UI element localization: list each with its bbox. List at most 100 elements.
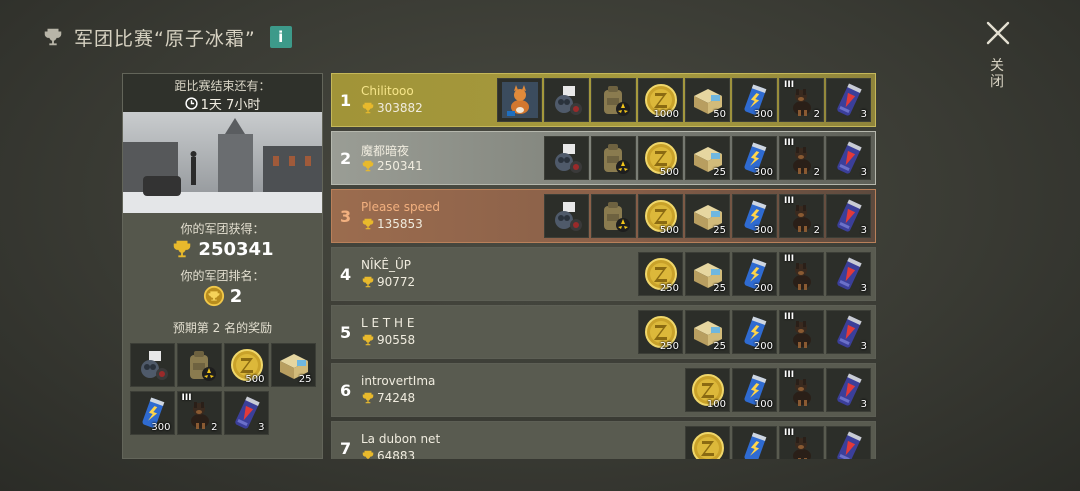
reward-item[interactable]: 250 [638, 252, 683, 296]
gasmask-icon [555, 86, 582, 115]
reward-item[interactable]: 500 [638, 136, 683, 180]
gasmask-icon [555, 144, 582, 173]
ranking-row[interactable]: 5 L E T H E 90558 250 25 200 III 3 [331, 305, 876, 359]
reward-item[interactable]: III 2 [779, 78, 824, 122]
legion-name: introvertIma [361, 374, 436, 388]
item-quantity: 25 [298, 374, 312, 385]
reward-item[interactable]: 3 [826, 310, 871, 354]
reward-item[interactable]: 100 [732, 368, 777, 412]
reward-item[interactable]: III 2 [176, 391, 222, 435]
reward-item[interactable] [544, 136, 589, 180]
reward-item[interactable]: 25 [270, 343, 316, 387]
ranking-list[interactable]: 1 Chilitooo 303882 1000 50 300 III 2 3 2 魔都暗夜 25034… [331, 73, 877, 459]
legion-score: 303882 [361, 101, 423, 115]
item-quantity: 250 [659, 283, 679, 294]
ranking-row[interactable]: 1 Chilitooo 303882 1000 50 300 III 2 3 [331, 73, 876, 127]
soda-can-icon [837, 431, 862, 459]
row-rewards: III [685, 426, 871, 459]
legion-name: NÎKÊ_ÛP [361, 258, 411, 272]
reward-item[interactable]: 3 [826, 78, 871, 122]
reward-item[interactable]: 25 [685, 194, 730, 238]
trophy-icon [362, 218, 374, 230]
row-rank: 4 [340, 265, 352, 284]
legion-name: Please speed [361, 200, 441, 214]
row-rewards: 250 25 200 III 3 [638, 310, 871, 354]
reward-item[interactable]: 500 [223, 343, 269, 387]
reward-item[interactable]: 300 [129, 391, 175, 435]
ranking-row[interactable]: 7 La dubon net 64883 III [331, 421, 876, 459]
item-quantity: 2 [813, 167, 820, 178]
row-rank: 1 [340, 91, 352, 110]
reward-item[interactable]: 3 [826, 368, 871, 412]
reward-item[interactable]: 25 [685, 252, 730, 296]
reward-item[interactable]: 200 [732, 252, 777, 296]
info-button[interactable]: i [269, 26, 292, 48]
reward-item[interactable]: 3 [826, 252, 871, 296]
close-button-label[interactable]: 关闭 [990, 58, 1006, 90]
item-quantity: 3 [860, 225, 867, 236]
reward-item[interactable] [826, 426, 871, 459]
reward-item[interactable] [176, 343, 222, 387]
reward-item[interactable] [544, 78, 589, 122]
row-rewards: 500 25 300 III 2 3 [544, 136, 871, 180]
reward-item[interactable] [497, 78, 542, 122]
reward-item[interactable]: 25 [685, 310, 730, 354]
reward-item[interactable] [129, 343, 175, 387]
reward-item[interactable]: 300 [732, 136, 777, 180]
row-rewards: 1000 50 300 III 2 3 [497, 78, 871, 122]
reward-item[interactable]: III 2 [779, 194, 824, 238]
item-quantity: 25 [713, 283, 726, 294]
ranking-row[interactable]: 6 introvertIma 74248 100 100 III 3 [331, 363, 876, 417]
close-icon[interactable] [985, 20, 1011, 46]
ranking-row[interactable]: 2 魔都暗夜 250341 500 25 300 III 2 3 [331, 131, 876, 185]
reward-item[interactable]: 300 [732, 194, 777, 238]
countdown-label: 距比赛结束还有： [174, 79, 271, 93]
item-quantity: 300 [151, 422, 171, 433]
item-tier: III [784, 370, 795, 380]
your-rank: 2 [229, 285, 243, 307]
reward-item[interactable] [591, 78, 636, 122]
reward-item[interactable]: 25 [685, 136, 730, 180]
trophy-icon [362, 450, 374, 459]
reward-item[interactable]: III [779, 426, 824, 459]
legion-score: 64883 [361, 449, 415, 459]
legion-score: 90772 [361, 275, 415, 289]
reward-item[interactable]: III 2 [779, 136, 824, 180]
reward-item[interactable] [685, 426, 730, 459]
reward-item[interactable]: 3 [826, 136, 871, 180]
reward-item[interactable]: III [779, 252, 824, 296]
reward-item[interactable]: 1000 [638, 78, 683, 122]
ranking-row[interactable]: 4 NÎKÊ_ÛP 90772 250 25 200 III 3 [331, 247, 876, 301]
reward-item[interactable]: 200 [732, 310, 777, 354]
reward-item[interactable]: 300 [732, 78, 777, 122]
trophy-icon [362, 160, 374, 172]
legion-score: 74248 [361, 391, 415, 405]
your-gain-label: 你的军团获得： [180, 222, 265, 236]
expected-reward-label: 预期第 2 名的奖励 [172, 321, 273, 335]
reward-item[interactable]: III [779, 368, 824, 412]
reward-item[interactable] [591, 194, 636, 238]
reward-item[interactable]: 3 [223, 391, 269, 435]
reward-item[interactable] [544, 194, 589, 238]
item-quantity: 500 [245, 374, 265, 385]
reward-item[interactable]: 100 [685, 368, 730, 412]
item-tier: III [784, 138, 795, 148]
reward-item[interactable] [591, 136, 636, 180]
header: 军团比赛“原子冰霜” i [42, 22, 292, 52]
reward-item[interactable] [732, 426, 777, 459]
item-quantity: 500 [659, 167, 679, 178]
reward-item[interactable]: 3 [826, 194, 871, 238]
row-rank: 6 [340, 381, 352, 400]
ranking-row[interactable]: 3 Please speed 135853 500 25 300 III 2 3 [331, 189, 876, 243]
clock-icon [185, 97, 198, 110]
countdown-box: 距比赛结束还有： 1天 7小时 [123, 74, 322, 113]
trophy-icon [362, 334, 374, 346]
reward-item[interactable]: 50 [685, 78, 730, 122]
reward-item[interactable]: 500 [638, 194, 683, 238]
trophy-icon [362, 392, 374, 404]
item-quantity: 2 [813, 225, 820, 236]
reward-item[interactable]: 250 [638, 310, 683, 354]
item-quantity: 3 [258, 422, 265, 433]
your-rank-label: 你的军团排名： [180, 269, 265, 283]
reward-item[interactable]: III [779, 310, 824, 354]
